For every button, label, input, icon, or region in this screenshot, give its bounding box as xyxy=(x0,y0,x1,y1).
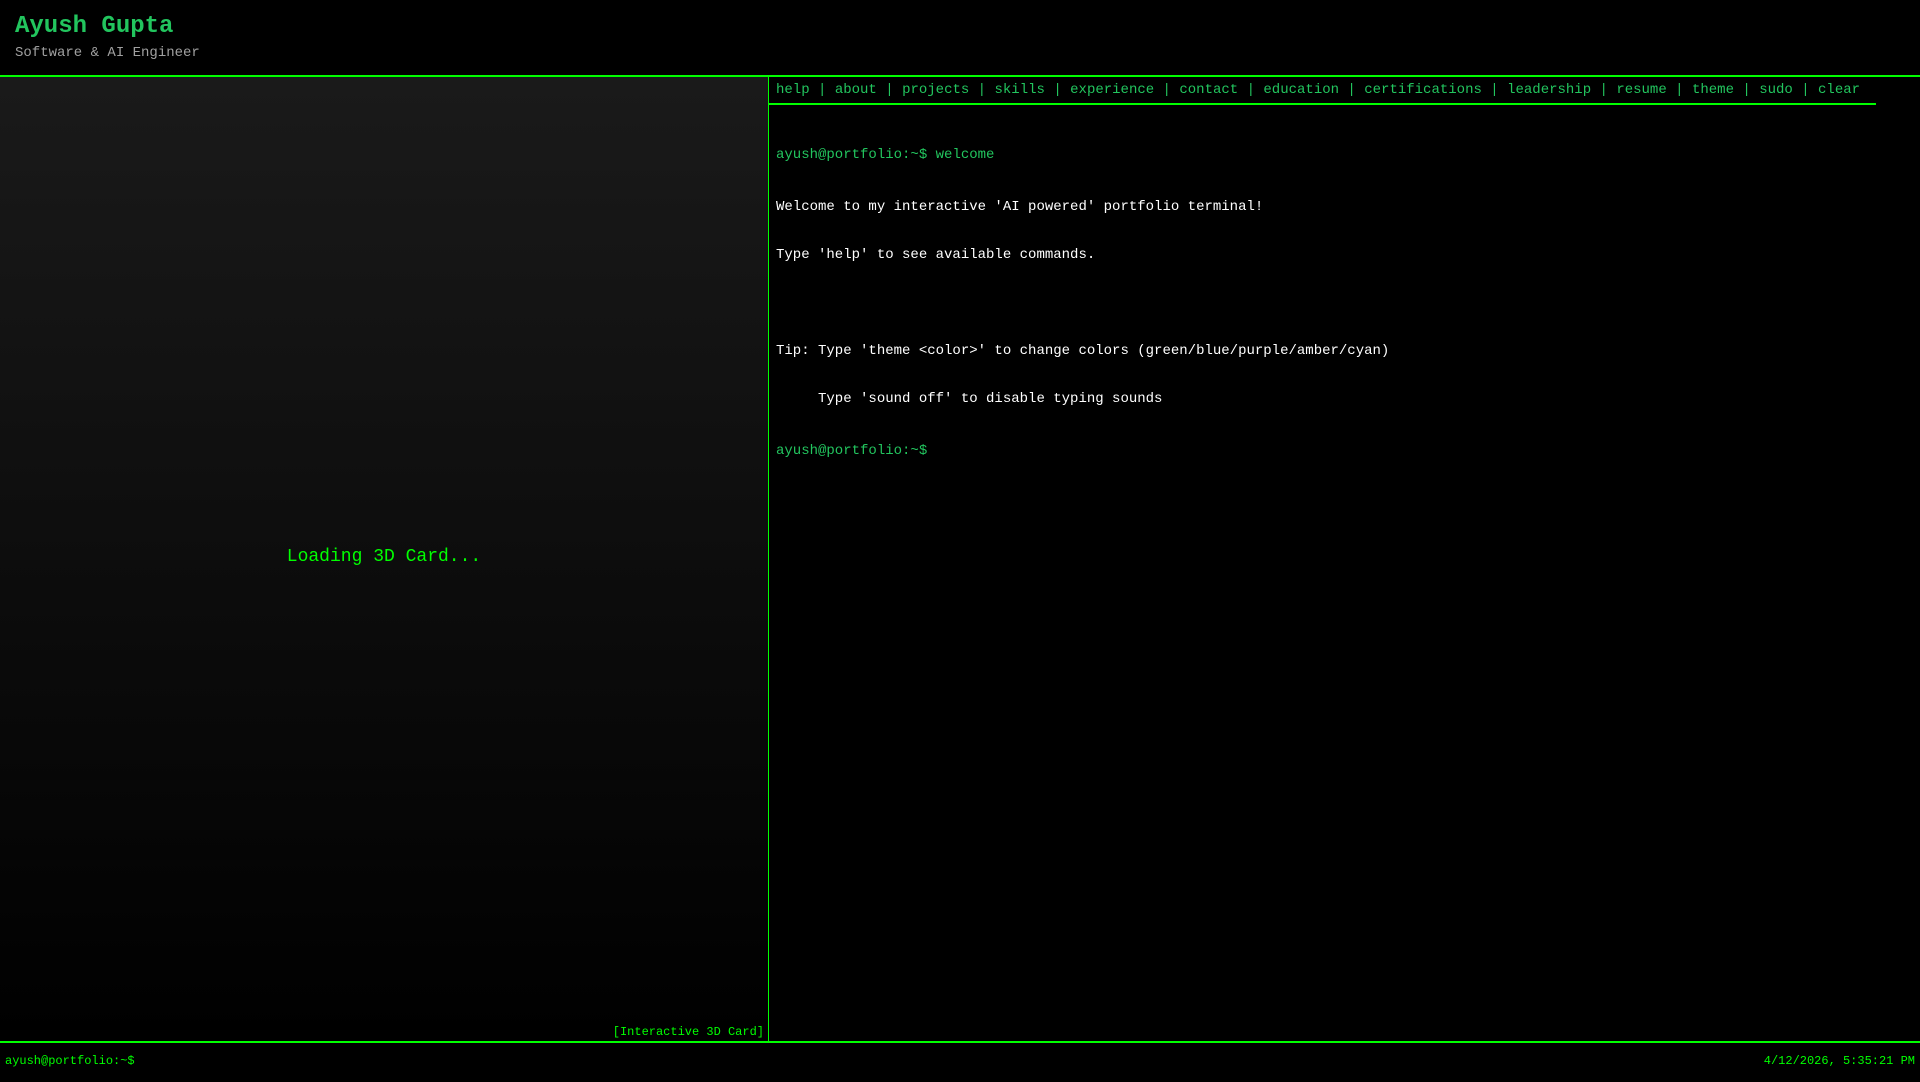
nav-separator: | xyxy=(1154,82,1180,98)
terminal-command: welcome xyxy=(935,147,995,163)
nav-item-certifications[interactable]: certifications xyxy=(1364,82,1482,98)
loading-text: Loading 3D Card... xyxy=(286,547,482,567)
nav-separator: | xyxy=(1339,82,1365,98)
nav-separator: | xyxy=(1044,82,1071,98)
input-line[interactable]: ayush@portfolio:~$ xyxy=(776,443,1389,459)
nav-separator: | xyxy=(876,82,903,98)
nav-separator: | xyxy=(969,82,995,98)
nav-item-clear[interactable]: clear xyxy=(1818,82,1860,98)
nav-item-theme[interactable]: theme xyxy=(1692,82,1734,98)
terminal-prompt: ayush@portfolio:~$ xyxy=(776,443,928,459)
terminal-panel[interactable]: help | about | projects | skills | exper… xyxy=(769,77,1920,1041)
card-panel[interactable]: Loading 3D Card... [Interactive 3D Card] xyxy=(0,77,769,1041)
nav-separator: | xyxy=(809,82,835,98)
nav-item-about[interactable]: about xyxy=(835,82,877,98)
nav-item-projects[interactable]: projects xyxy=(902,82,969,98)
nav-item-education[interactable]: education xyxy=(1263,82,1339,98)
nav-separator: | xyxy=(1591,82,1617,98)
output-line: Tip: Type 'theme <color>' to change colo… xyxy=(776,343,1390,359)
status-prompt: ayush@portfolio:~$ xyxy=(5,1054,135,1068)
output-line: Type 'help' to see available commands. xyxy=(776,247,1096,263)
output-line: Welcome to my interactive 'AI powered' p… xyxy=(776,199,1264,215)
nav-separator: | xyxy=(1481,82,1508,98)
status-datetime: 4/12/2026, 5:35:21 PM xyxy=(1763,1054,1915,1068)
nav-item-resume[interactable]: resume xyxy=(1616,82,1666,98)
nav-item-sudo[interactable]: sudo xyxy=(1759,82,1793,98)
page-subtitle: Software & AI Engineer xyxy=(15,45,200,61)
header: Ayush Gupta Software & AI Engineer xyxy=(0,0,1920,77)
nav-separator: | xyxy=(1733,82,1760,98)
page-title: Ayush Gupta xyxy=(15,13,174,40)
command-line: ayush@portfolio:~$ welcome xyxy=(776,147,1389,163)
nav-item-experience[interactable]: experience xyxy=(1070,82,1154,98)
nav-item-contact[interactable]: contact xyxy=(1179,82,1238,98)
status-bar: ayush@portfolio:~$ 4/12/2026, 5:35:21 PM xyxy=(0,1041,1920,1082)
card-label: [Interactive 3D Card] xyxy=(612,1025,764,1039)
terminal-prompt: ayush@portfolio:~$ xyxy=(776,147,928,163)
command-nav: help | about | projects | skills | exper… xyxy=(769,77,1876,105)
nav-separator: | xyxy=(1666,82,1692,98)
nav-separator: | xyxy=(1792,82,1819,98)
nav-item-help[interactable]: help xyxy=(776,82,810,98)
nav-separator: | xyxy=(1238,82,1264,98)
nav-item-skills[interactable]: skills xyxy=(995,82,1045,98)
output-line: Type 'sound off' to disable typing sound… xyxy=(776,391,1163,407)
nav-item-leadership[interactable]: leadership xyxy=(1507,82,1591,98)
terminal-output[interactable]: ayush@portfolio:~$ welcome Welcome to my… xyxy=(776,115,1389,491)
